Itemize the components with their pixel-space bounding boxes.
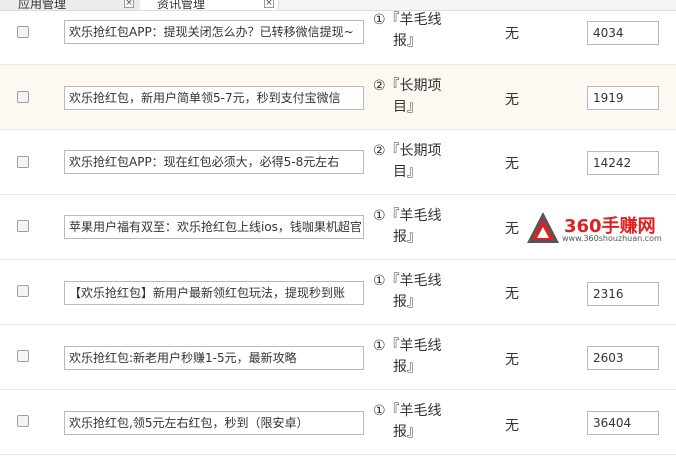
close-icon[interactable]: × (124, 0, 134, 8)
category-label: ①『羊毛线报』 (373, 271, 453, 313)
category-label: ①『羊毛线报』 (373, 336, 453, 378)
triangle-logo-icon (527, 212, 559, 243)
extra-value: 无 (505, 156, 519, 172)
title-input[interactable]: 苹果用户福有双至：欢乐抢红包上线ios，钱咖果机超官 (64, 215, 364, 239)
category-label: ①『羊毛线报』 (373, 401, 453, 443)
row-checkbox[interactable] (17, 156, 29, 168)
category-line1: ①『羊毛线 (373, 338, 442, 354)
views-input[interactable]: 2316 (587, 282, 659, 306)
category-label: ①『羊毛线报』 (373, 10, 453, 52)
title-input[interactable]: 欢乐抢红包APP：提现关闭怎么办？已转移微信提现~ (64, 20, 364, 44)
category-line1: ①『羊毛线 (373, 208, 442, 224)
row-checkbox[interactable] (17, 91, 29, 103)
table-row: 【欢乐抢红包】新用户最新领红包玩法，提现秒到账 ①『羊毛线报』 无 2316 (0, 260, 676, 325)
category-line2: 报』 (393, 359, 421, 375)
row-checkbox[interactable] (17, 220, 29, 232)
extra-value: 无 (505, 92, 519, 108)
views-input[interactable]: 4034 (587, 21, 659, 45)
title-input[interactable]: 欢乐抢红包APP：现在红包必须大，必得5-8元左右 (64, 150, 364, 174)
table-row: 欢乐抢红包:新老用户秒赚1-5元，最新攻略 ①『羊毛线报』 无 2603 (0, 325, 676, 390)
category-line2: 报』 (393, 229, 421, 245)
tab-bar: 应用管理 × 资讯管理 × (0, 0, 676, 11)
table-row: 欢乐抢红包，新用户简单领5-7元，秒到支付宝微信 ②『长期项目』 无 1919 (0, 65, 676, 130)
table-row: 欢乐抢红包,领5元左右红包，秒到（限安卓） ①『羊毛线报』 无 36404 (0, 390, 676, 455)
tab-label: 资讯管理 (157, 0, 206, 10)
views-input[interactable]: 1919 (587, 86, 659, 110)
close-icon[interactable]: × (264, 0, 274, 8)
tab-label: 应用管理 (18, 0, 67, 10)
extra-value: 无 (505, 352, 519, 368)
category-line2: 目』 (393, 164, 421, 180)
category-line2: 报』 (393, 424, 421, 440)
category-line1: ②『长期项 (373, 78, 442, 94)
category-label: ①『羊毛线报』 (373, 206, 453, 248)
category-line1: ①『羊毛线 (373, 403, 442, 419)
views-input[interactable]: 36404 (587, 411, 659, 435)
category-line2: 报』 (393, 33, 421, 49)
title-input[interactable]: 欢乐抢红包，新用户简单领5-7元，秒到支付宝微信 (64, 86, 364, 110)
extra-value: 无 (505, 286, 519, 302)
category-label: ②『长期项目』 (373, 141, 453, 183)
category-line1: ①『羊毛线 (373, 12, 442, 28)
watermark-logo: 360手赚网 www.360shouzhuan.com (522, 208, 676, 250)
title-input[interactable]: 欢乐抢红包,领5元左右红包，秒到（限安卓） (64, 411, 364, 435)
views-input[interactable]: 14242 (587, 151, 659, 175)
category-line2: 报』 (393, 294, 421, 310)
extra-value: 无 (505, 221, 519, 237)
views-input[interactable]: 2603 (587, 346, 659, 370)
category-label: ②『长期项目』 (373, 76, 453, 118)
category-line1: ②『长期项 (373, 143, 442, 159)
row-checkbox[interactable] (17, 350, 29, 362)
row-checkbox[interactable] (17, 415, 29, 427)
title-input[interactable]: 欢乐抢红包:新老用户秒赚1-5元，最新攻略 (64, 346, 364, 370)
extra-value: 无 (505, 418, 519, 434)
row-checkbox[interactable] (17, 26, 29, 38)
extra-value: 无 (505, 26, 519, 42)
tab-app-management[interactable]: 应用管理 × (0, 0, 141, 10)
category-line2: 目』 (393, 99, 421, 115)
row-checkbox[interactable] (17, 285, 29, 297)
category-line1: ①『羊毛线 (373, 273, 442, 289)
watermark-url: www.360shouzhuan.com (562, 234, 662, 243)
title-input[interactable]: 【欢乐抢红包】新用户最新领红包玩法，提现秒到账 (64, 281, 364, 305)
tab-news-management[interactable]: 资讯管理 × (140, 0, 279, 10)
table-row: 欢乐抢红包APP：现在红包必须大，必得5-8元左右 ②『长期项目』 无 1424… (0, 130, 676, 195)
